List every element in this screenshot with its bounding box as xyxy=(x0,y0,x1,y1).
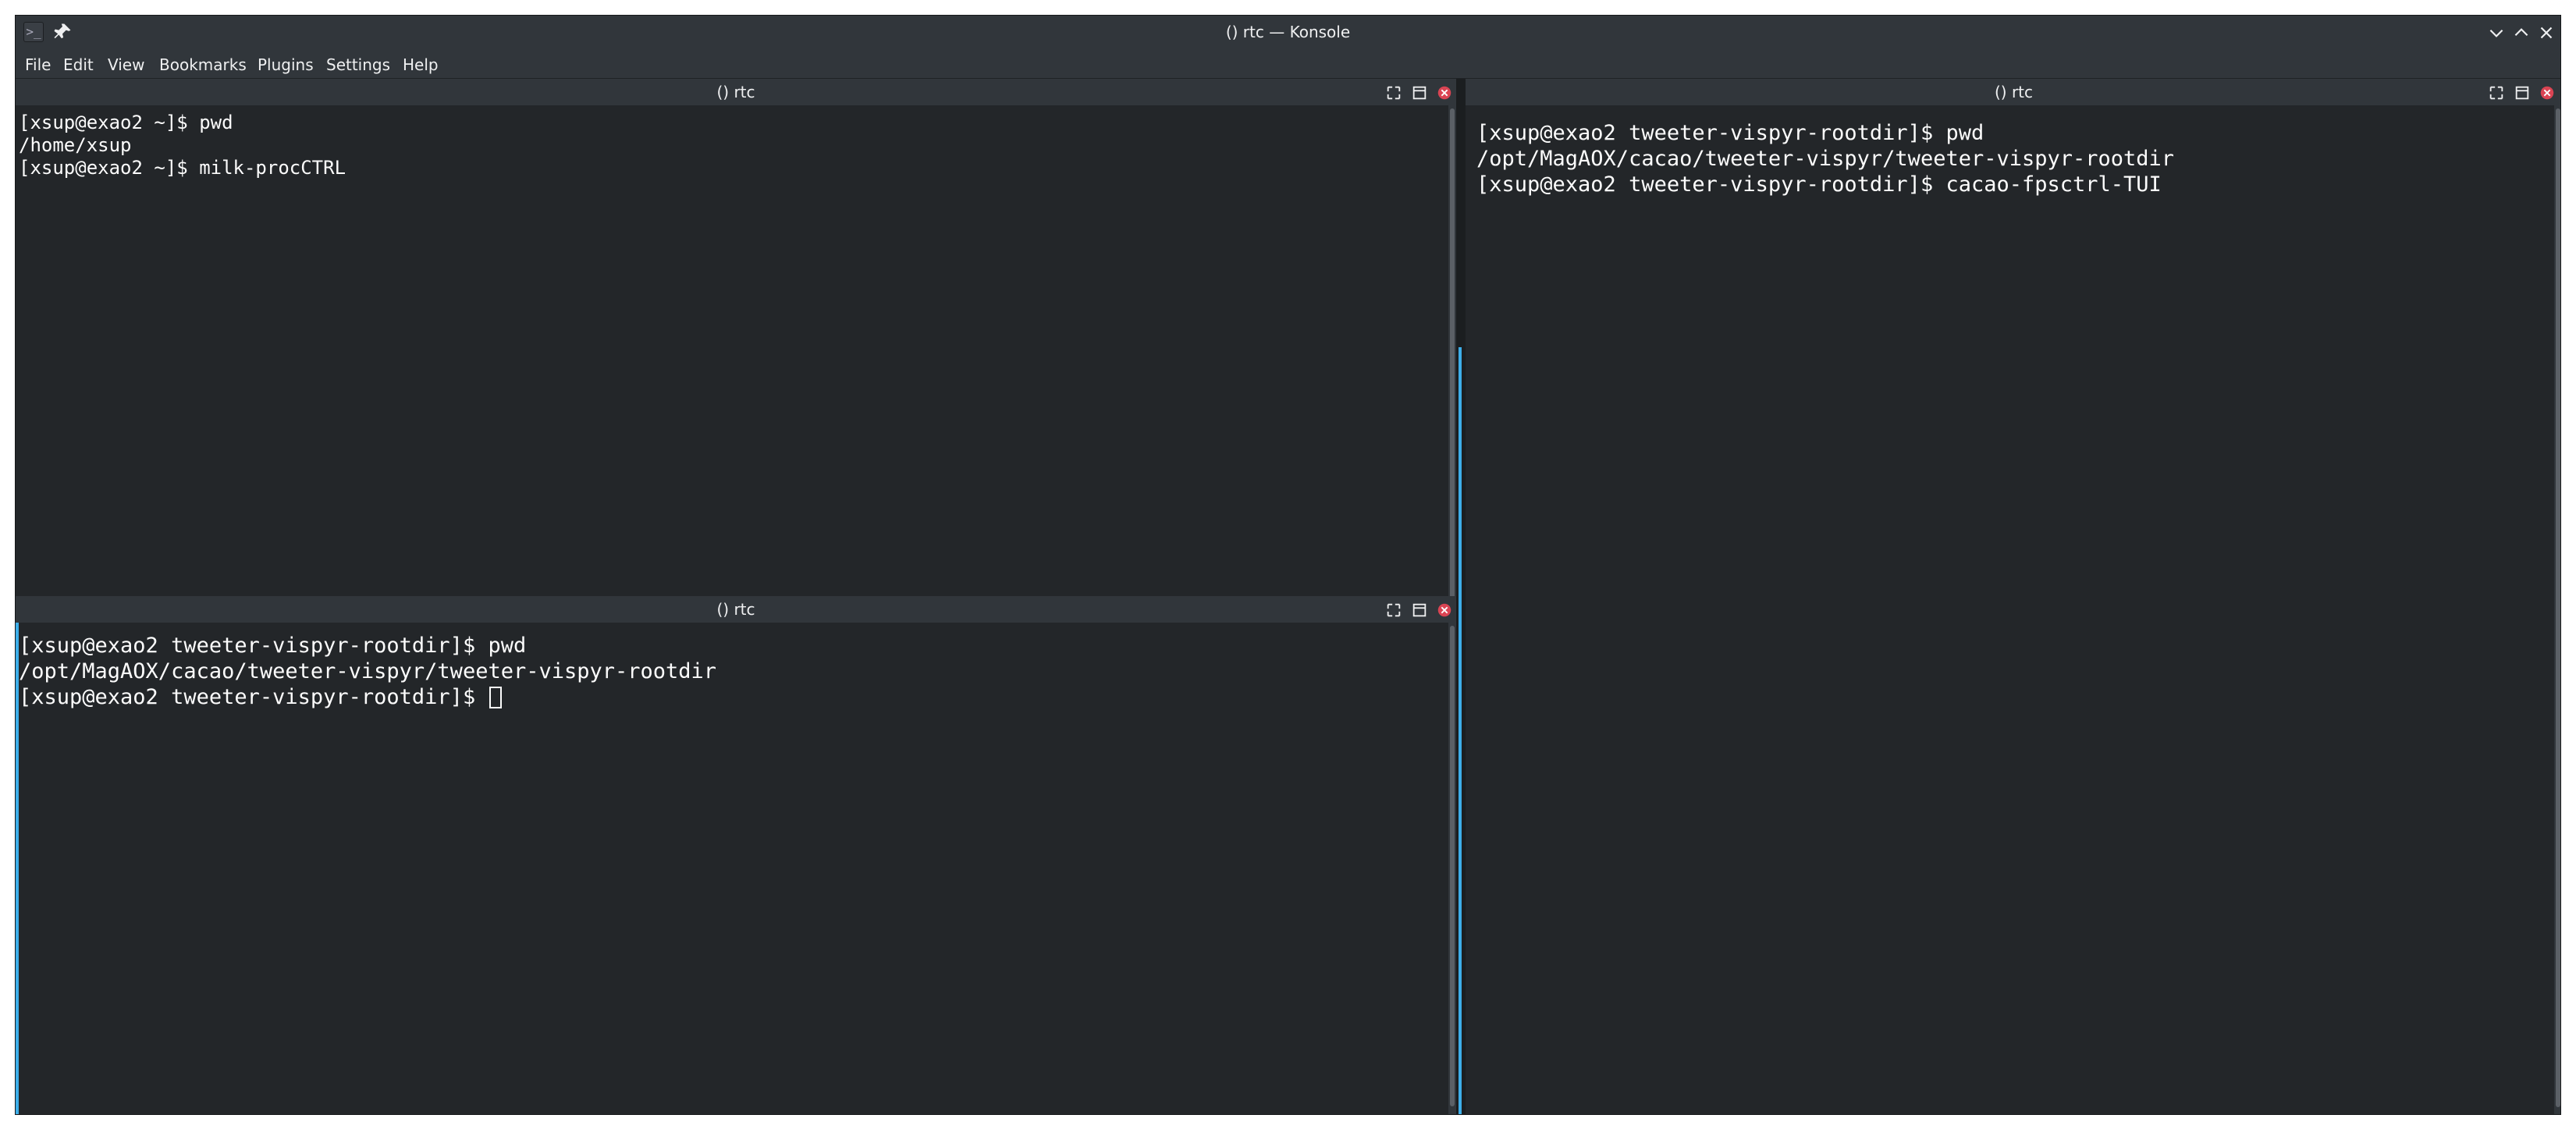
window-title: () rtc — Konsole xyxy=(1225,23,1351,41)
close-icon xyxy=(2540,27,2553,39)
pane-header-bottom-left[interactable]: () rtc xyxy=(16,596,1456,623)
close-circle-icon xyxy=(1437,86,1451,100)
close-pane-button[interactable] xyxy=(1436,84,1453,101)
detach-pane-button[interactable] xyxy=(1411,84,1428,101)
chevron-down-icon xyxy=(2489,29,2503,37)
menu-view[interactable]: View xyxy=(105,54,147,76)
window-detach-icon xyxy=(1412,86,1427,100)
terminal-line: [xsup@exao2 ~]$ pwd xyxy=(19,112,233,133)
terminal-line: /opt/MagAOX/cacao/tweeter-vispyr/tweeter… xyxy=(1476,147,2175,171)
maximize-button[interactable] xyxy=(2511,23,2532,43)
detach-pane-button[interactable] xyxy=(2514,84,2531,101)
terminal-prompt: [xsup@exao2 tweeter-vispyr-rootdir]$ xyxy=(19,685,489,709)
konsole-window: >_ () rtc — Konsole File Edit View Bookm… xyxy=(15,15,2561,1115)
pane-title: () rtc xyxy=(716,83,755,101)
maximize-pane-button[interactable] xyxy=(1385,602,1402,619)
chevron-up-icon xyxy=(2514,28,2528,37)
scrollbar-thumb[interactable] xyxy=(2556,108,2560,1107)
close-pane-button[interactable] xyxy=(1436,602,1453,619)
menu-settings[interactable]: Settings xyxy=(323,54,393,76)
terminal-prompt-line[interactable]: [xsup@exao2 tweeter-vispyr-rootdir]$ xyxy=(19,684,1448,710)
menu-bar: File Edit View Bookmarks Plugins Setting… xyxy=(16,49,2560,79)
expand-icon xyxy=(1387,86,1401,100)
terminal-top-left[interactable]: [xsup@exao2 ~]$ pwd /home/xsup [xsup@exa… xyxy=(16,105,1448,605)
terminal-line: [xsup@exao2 tweeter-vispyr-rootdir]$ pwd xyxy=(19,634,527,658)
menu-help[interactable]: Help xyxy=(400,54,442,76)
scrollbar-top-left[interactable] xyxy=(1448,105,1456,605)
activity-indicator xyxy=(1459,347,1462,1114)
terminal-line: /opt/MagAOX/cacao/tweeter-vispyr/tweeter… xyxy=(19,659,717,683)
minimize-button[interactable] xyxy=(2486,23,2507,43)
menu-edit[interactable]: Edit xyxy=(60,54,97,76)
terminal-line: [xsup@exao2 ~]$ milk-procCTRL xyxy=(19,157,346,179)
close-circle-icon xyxy=(1437,603,1451,617)
close-window-button[interactable] xyxy=(2536,23,2556,43)
menu-file[interactable]: File xyxy=(22,54,54,76)
window-detach-icon xyxy=(1412,603,1427,617)
close-pane-button[interactable] xyxy=(2539,84,2556,101)
text-cursor xyxy=(489,687,503,708)
title-bar[interactable]: >_ () rtc — Konsole xyxy=(16,16,2560,49)
terminal-line: /home/xsup xyxy=(19,134,132,156)
pane-header-top-left[interactable]: () rtc xyxy=(16,79,1456,105)
pane-title: () rtc xyxy=(1994,83,2034,101)
expand-icon xyxy=(2489,86,2503,100)
scrollbar-thumb[interactable] xyxy=(1450,108,1455,602)
close-circle-icon xyxy=(2540,86,2554,100)
detach-pane-button[interactable] xyxy=(1411,602,1428,619)
window-detach-icon xyxy=(2515,86,2529,100)
terminal-line: [xsup@exao2 tweeter-vispyr-rootdir]$ cac… xyxy=(1476,172,2162,197)
pane-header-right[interactable]: () rtc xyxy=(1466,79,2560,105)
pane-title: () rtc xyxy=(716,600,755,619)
maximize-pane-button[interactable] xyxy=(1385,84,1402,101)
scrollbar-bottom-left[interactable] xyxy=(1448,623,1456,1114)
terminal-right[interactable]: [xsup@exao2 tweeter-vispyr-rootdir]$ pwd… xyxy=(1466,105,2554,1114)
maximize-pane-button[interactable] xyxy=(2488,84,2505,101)
terminal-bottom-left[interactable]: [xsup@exao2 tweeter-vispyr-rootdir]$ pwd… xyxy=(19,623,1448,1114)
menu-bookmarks[interactable]: Bookmarks xyxy=(156,54,250,76)
scrollbar-right[interactable] xyxy=(2554,105,2560,1114)
terminal-line: [xsup@exao2 tweeter-vispyr-rootdir]$ pwd xyxy=(1476,121,1984,145)
menu-plugins[interactable]: Plugins xyxy=(254,54,317,76)
expand-icon xyxy=(1387,603,1401,617)
scrollbar-thumb[interactable] xyxy=(1450,626,1455,1106)
